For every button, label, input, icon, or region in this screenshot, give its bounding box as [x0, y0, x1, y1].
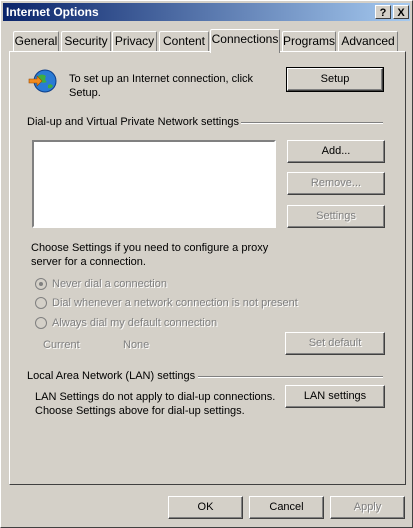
always-dial-radio[interactable]: [35, 317, 47, 329]
lan-settings-button[interactable]: LAN settings: [285, 385, 385, 408]
globe-arrow-icon: [28, 69, 57, 93]
set-default-button[interactable]: Set default: [285, 332, 385, 355]
never-dial-label: Never dial a connection: [52, 278, 167, 290]
window-title: Internet Options: [6, 5, 99, 19]
ok-button[interactable]: OK: [168, 496, 243, 519]
dialup-group-divider: [241, 122, 383, 124]
tab-advanced[interactable]: Advanced: [338, 31, 398, 51]
always-dial-label: Always dial my default connection: [52, 317, 218, 329]
remove-button[interactable]: Remove...: [287, 172, 385, 195]
lan-text-line1: LAN Settings do not apply to dial-up con…: [35, 391, 276, 403]
current-value: None: [123, 339, 150, 351]
connections-listbox[interactable]: [32, 140, 276, 228]
close-button[interactable]: X: [393, 5, 409, 19]
tab-connections[interactable]: Connections: [210, 29, 280, 53]
tab-security[interactable]: Security: [61, 31, 111, 51]
lan-group-divider: [198, 376, 383, 378]
proxy-text-line1: Choose Settings if you need to configure…: [31, 242, 269, 254]
title-bar[interactable]: Internet Options ? X: [3, 3, 410, 21]
proxy-text-line2: server for a connection.: [31, 256, 146, 268]
dialup-group-label: Dial-up and Virtual Private Network sett…: [27, 116, 239, 128]
lan-group-label: Local Area Network (LAN) settings: [27, 370, 196, 382]
tab-privacy[interactable]: Privacy: [112, 31, 157, 51]
current-label: Current: [43, 339, 80, 351]
cancel-button[interactable]: Cancel: [249, 496, 324, 519]
tab-general[interactable]: General: [13, 31, 59, 51]
help-button[interactable]: ?: [375, 5, 391, 19]
apply-button[interactable]: Apply: [330, 496, 405, 519]
dial-whenever-radio[interactable]: [35, 297, 47, 309]
settings-button[interactable]: Settings: [287, 205, 385, 228]
lan-text-line2: Choose Settings above for dial-up settin…: [35, 405, 245, 417]
tab-content[interactable]: Content: [159, 31, 209, 51]
tab-programs[interactable]: Programs: [282, 31, 336, 51]
internet-options-window: Internet Options ? X General Security Pr…: [0, 0, 413, 528]
dial-whenever-label: Dial whenever a network connection is no…: [52, 297, 298, 309]
never-dial-radio[interactable]: [35, 278, 47, 290]
setup-button[interactable]: Setup: [286, 67, 384, 92]
setup-text-line1: To set up an Internet connection, click: [69, 73, 254, 85]
setup-text-line2: Setup.: [69, 87, 101, 99]
add-button[interactable]: Add...: [287, 140, 385, 163]
